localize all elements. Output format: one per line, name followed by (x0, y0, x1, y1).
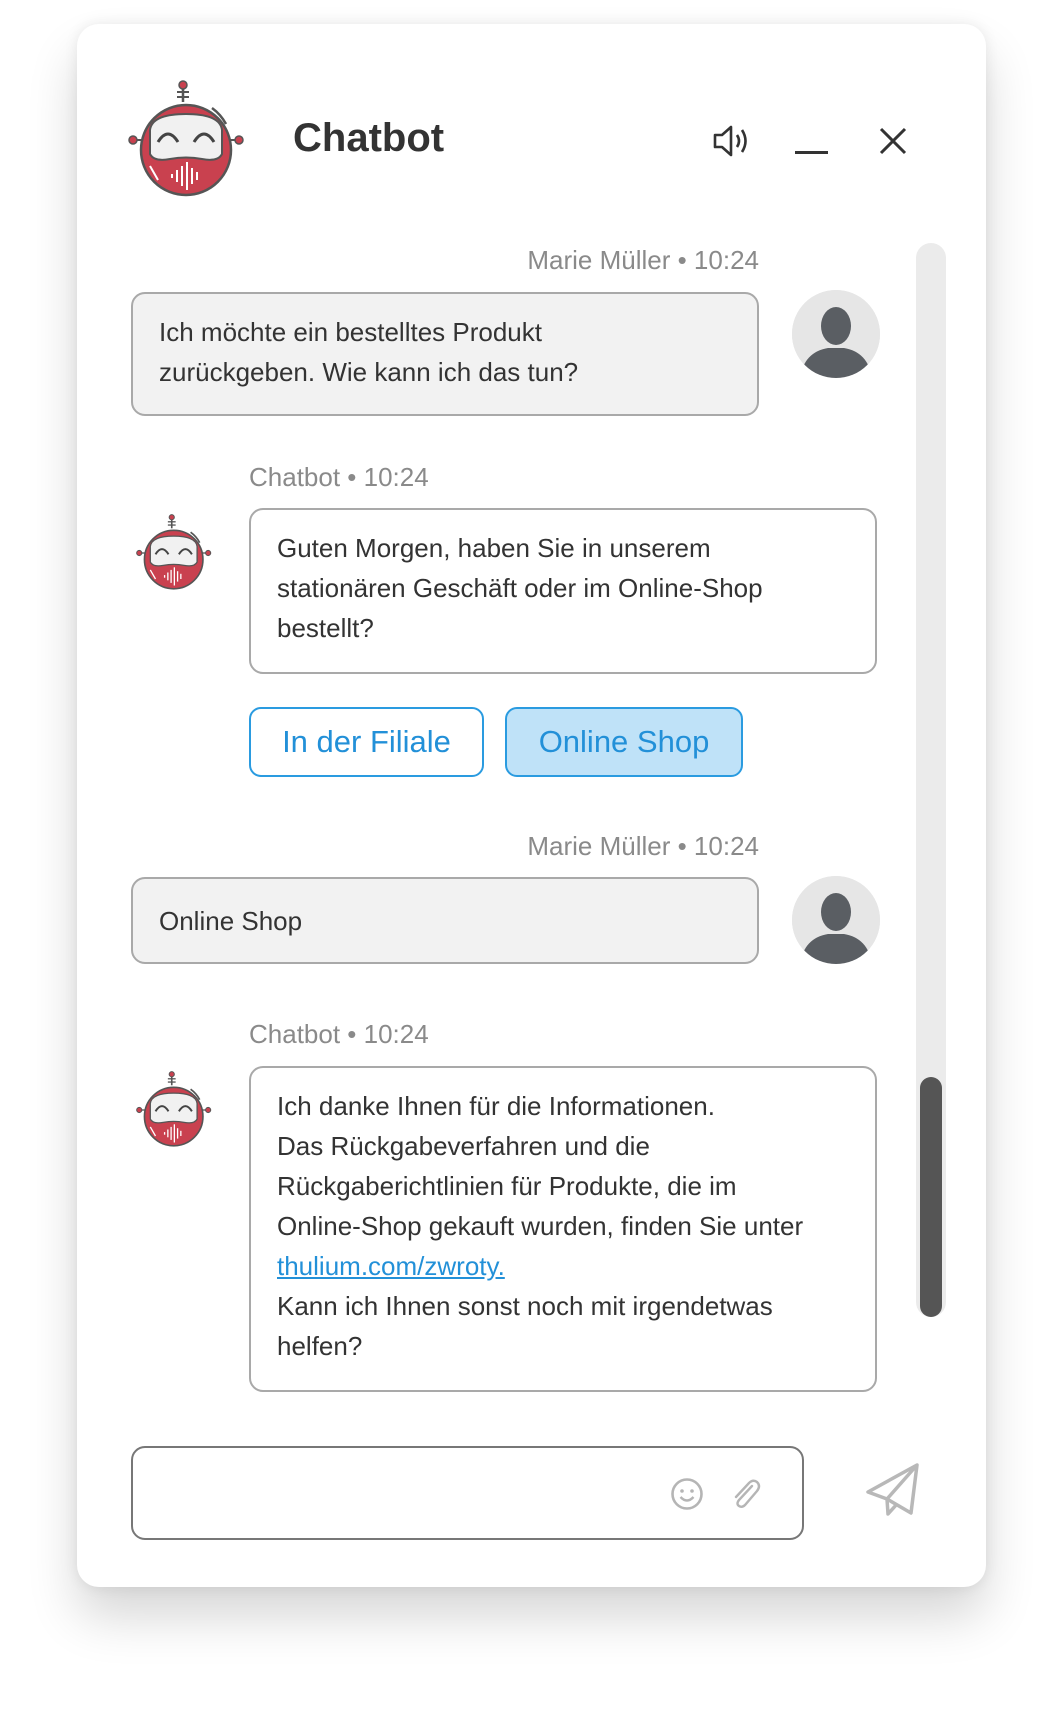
quick-reply-in-der-filiale[interactable]: In der Filiale (249, 707, 484, 777)
message-meta: Marie Müller • 10:24 (527, 831, 759, 861)
message-line: stationären Geschäft oder im Online-Shop (277, 573, 763, 603)
minimize-icon[interactable] (795, 151, 828, 154)
chatbot-avatar (136, 514, 214, 592)
quick-reply-online-shop[interactable]: Online Shop (505, 707, 743, 777)
user-message: Online Shop (131, 877, 759, 964)
message-line: Ich danke Ihnen für die Informationen. (277, 1091, 715, 1121)
message-line: Kann ich Ihnen sonst noch mit irgendetwa… (277, 1291, 773, 1321)
attachment-icon[interactable] (730, 1476, 762, 1512)
user-avatar (792, 876, 880, 964)
bot-message: Guten Morgen, haben Sie in unserem stati… (249, 508, 877, 674)
user-message: Ich möchte ein bestelltes Produkt zurück… (131, 292, 759, 416)
message-meta: Marie Müller • 10:24 (527, 245, 759, 275)
message-line: Guten Morgen, haben Sie in unserem (277, 533, 711, 563)
user-avatar (792, 290, 880, 378)
message-line: Das Rückgabeverfahren und die (277, 1131, 650, 1161)
message-line: bestellt? (277, 613, 374, 643)
send-icon[interactable] (865, 1462, 921, 1518)
chatbot-logo (128, 80, 248, 200)
scrollbar-thumb[interactable] (920, 1077, 942, 1317)
message-meta: Chatbot • 10:24 (249, 462, 429, 492)
message-line: Online-Shop gekauft wurden, finden Sie u… (277, 1211, 804, 1241)
message-line: zurückgeben. Wie kann ich das tun? (159, 357, 579, 387)
message-meta: Chatbot • 10:24 (249, 1019, 429, 1049)
message-line: Ich möchte ein bestelltes Produkt (159, 317, 542, 347)
returns-link[interactable]: thulium.com/zwroty. (277, 1251, 505, 1281)
message-line: Online Shop (159, 906, 303, 936)
message-line: Rückgaberichtlinien für Produkte, die im (277, 1171, 737, 1201)
message-line: helfen? (277, 1331, 363, 1361)
bot-message: Ich danke Ihnen für die Informationen. D… (249, 1066, 877, 1392)
emoji-icon[interactable] (670, 1477, 704, 1511)
speaker-icon[interactable] (712, 124, 750, 158)
close-icon[interactable] (878, 126, 908, 156)
chatbot-avatar (136, 1071, 214, 1149)
header-title: Chatbot (293, 116, 445, 160)
